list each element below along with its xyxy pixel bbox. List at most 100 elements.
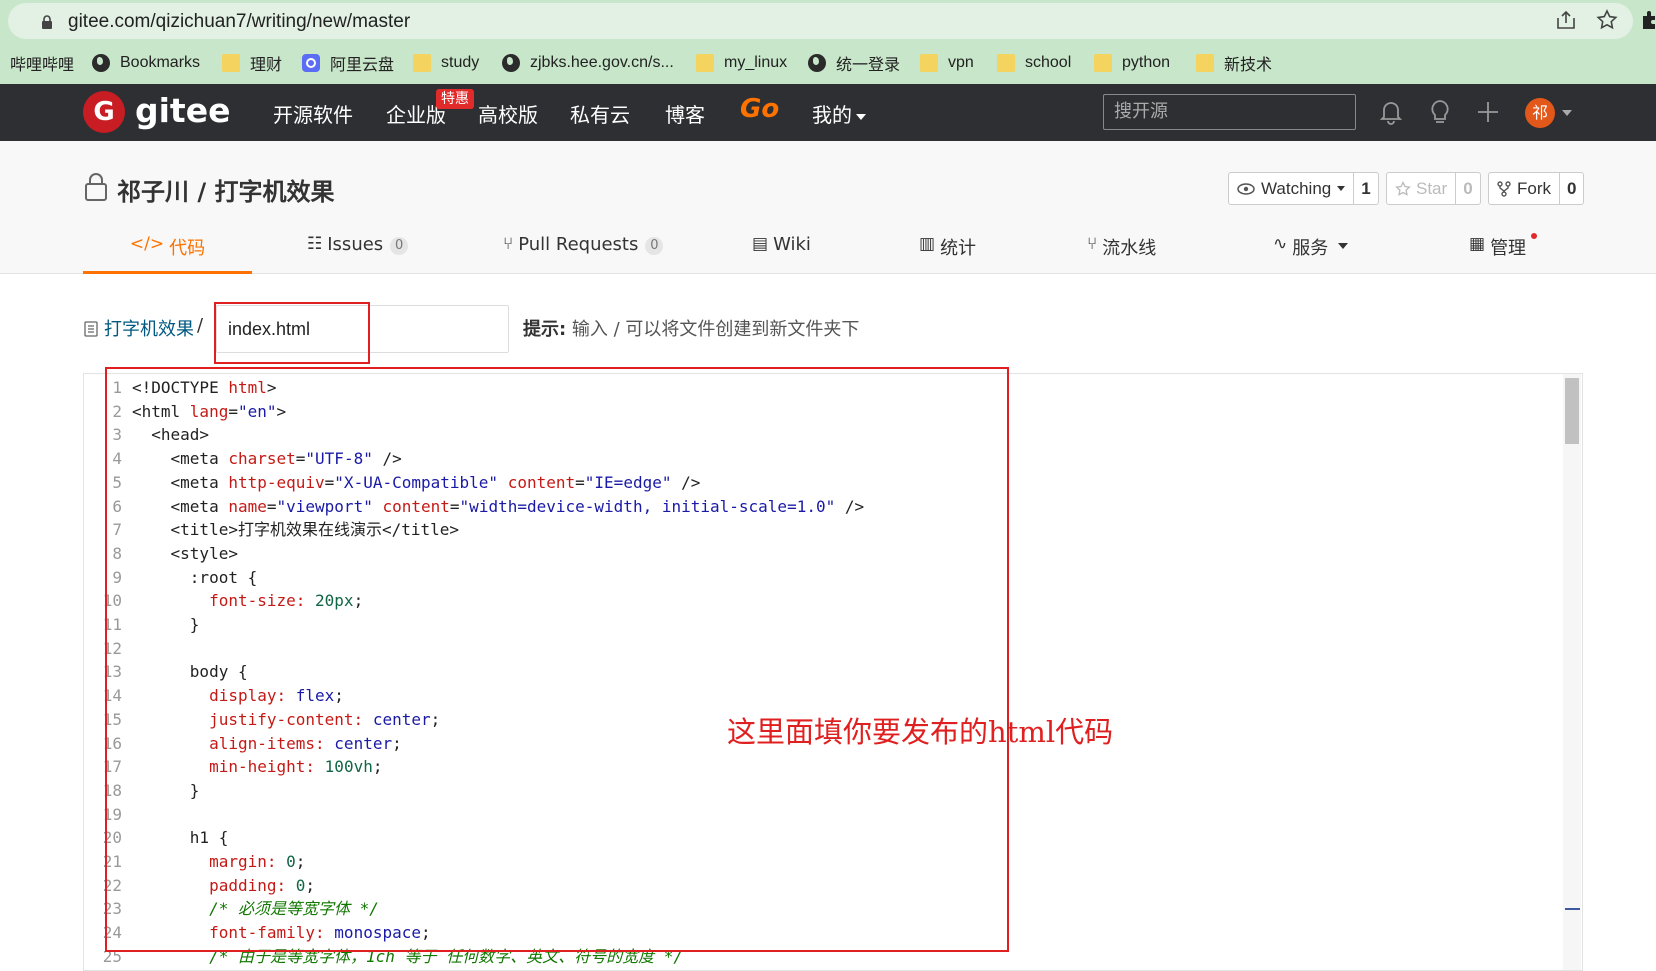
- code-line[interactable]: 20 h1 {: [84, 826, 1544, 850]
- editor-scroll-marker: [1565, 908, 1580, 910]
- code-token: <style>: [132, 543, 238, 563]
- code-line[interactable]: 25 /* 由于是等宽字体，1ch 等于 任何数字、英文、符号的宽度 */: [84, 945, 1544, 969]
- bookmark-python[interactable]: python: [1094, 42, 1170, 84]
- nav-mine[interactable]: 我的: [812, 99, 866, 128]
- code-line[interactable]: 22 padding: 0;: [84, 874, 1544, 898]
- bookmark-label: vpn: [948, 54, 974, 71]
- tab-pull-requests[interactable]: ⑂ Pull Requests 0: [503, 224, 664, 274]
- folder-icon: [1196, 54, 1214, 72]
- bookmark-zjbks[interactable]: zjbks.hee.gov.cn/s...: [502, 42, 674, 84]
- code-editor[interactable]: 1 <!DOCTYPE html> 2 <html lang="en"> 3 <head…: [83, 373, 1583, 971]
- tab-services[interactable]: ∿ 服务: [1273, 224, 1349, 274]
- nav-private-cloud[interactable]: 私有云: [570, 99, 630, 128]
- code-line[interactable]: 21 margin: 0;: [84, 850, 1544, 874]
- search-input[interactable]: 搜开源: [1103, 94, 1356, 130]
- gitee-logo-text[interactable]: gitee: [135, 91, 230, 130]
- globe-icon: [92, 54, 110, 72]
- path-repo-link[interactable]: 打字机效果: [104, 315, 194, 341]
- code-line[interactable]: 4 <meta charset="UTF-8" />: [84, 447, 1544, 471]
- share-icon[interactable]: [1555, 10, 1577, 30]
- watching-button[interactable]: Watching 1: [1228, 172, 1379, 205]
- tab-manage[interactable]: ▦ 管理: [1469, 224, 1526, 274]
- line-number: 11: [102, 615, 122, 634]
- fork-button[interactable]: Fork 0: [1488, 172, 1585, 205]
- code-line[interactable]: 10 font-size: 20px;: [84, 589, 1544, 613]
- star-button[interactable]: Star 0: [1386, 172, 1481, 205]
- code-token: }: [132, 780, 200, 800]
- star-icon: [1395, 180, 1411, 196]
- code-line[interactable]: 3 <head>: [84, 423, 1544, 447]
- bookmark-bookmarks[interactable]: Bookmarks: [92, 42, 200, 84]
- code-line[interactable]: 12: [84, 637, 1544, 661]
- code-line[interactable]: 24 font-family: monospace;: [84, 921, 1544, 945]
- code-line[interactable]: 17 min-height: 100vh;: [84, 755, 1544, 779]
- bookmark-vpn[interactable]: vpn: [920, 42, 974, 84]
- bookmark-new-tech[interactable]: 新技术: [1196, 42, 1272, 84]
- line-number: 17: [102, 757, 122, 777]
- code-token: ;: [305, 875, 316, 895]
- code-line[interactable]: 6 <meta name="viewport" content="width=d…: [84, 495, 1544, 519]
- code-line[interactable]: 23 /* 必须是等宽字体 */: [84, 897, 1544, 921]
- bookmark-aliyun[interactable]: 阿里云盘: [302, 42, 394, 84]
- code-line[interactable]: 11 }: [84, 613, 1544, 637]
- avatar[interactable]: 祁: [1525, 98, 1555, 128]
- fork-count[interactable]: 0: [1560, 179, 1583, 199]
- editor-scrollbar-track[interactable]: [1563, 374, 1581, 970]
- code-token: "UTF-8": [305, 449, 373, 469]
- plus-icon[interactable]: [1474, 98, 1502, 126]
- editor-scrollbar-thumb[interactable]: [1565, 378, 1579, 444]
- line-number: 19: [102, 804, 122, 824]
- nav-go[interactable]: Go: [740, 94, 779, 124]
- code-line[interactable]: 13 body {: [84, 660, 1544, 684]
- bookmark-my-linux[interactable]: my_linux: [696, 42, 787, 84]
- promo-badge: 特惠: [436, 89, 474, 109]
- nav-blog[interactable]: 博客: [665, 99, 705, 128]
- gitee-logo-icon[interactable]: [83, 91, 125, 133]
- bookmark-login[interactable]: 统一登录: [808, 42, 900, 84]
- url-field-container[interactable]: gitee.com/qizichuan7/writing/new/master: [8, 3, 1633, 39]
- code-line[interactable]: 19: [84, 803, 1544, 827]
- code-token: 打字机效果在线演示: [237, 520, 382, 540]
- bell-icon[interactable]: [1377, 98, 1405, 126]
- code-line[interactable]: 5 <meta http-equiv="X-UA-Compatible" con…: [84, 471, 1544, 495]
- nav-university[interactable]: 高校版: [478, 99, 538, 128]
- site-header: gitee 开源软件 企业版 高校版 私有云 博客 Go 我的 搜开源 祁: [0, 84, 1656, 141]
- tab-code[interactable]: </> 代码: [83, 224, 252, 274]
- bookmark-bilibili[interactable]: 哔哩哔哩: [10, 42, 74, 84]
- code-line[interactable]: 14 display: flex;: [84, 684, 1544, 708]
- chevron-down-icon[interactable]: [1562, 110, 1572, 116]
- watching-count[interactable]: 1: [1354, 179, 1377, 199]
- bookmark-licai[interactable]: 理财: [222, 42, 282, 84]
- line-number: 2: [112, 401, 122, 421]
- code-token: font-size:: [209, 591, 306, 611]
- url-text[interactable]: gitee.com/qizichuan7/writing/new/master: [68, 11, 410, 33]
- code-line[interactable]: 18 }: [84, 779, 1544, 803]
- bookmark-school[interactable]: school: [997, 42, 1071, 84]
- line-number: 3: [112, 425, 122, 445]
- tab-wiki[interactable]: ▤ Wiki: [752, 224, 811, 274]
- tab-pipeline[interactable]: ⑂ 流水线: [1087, 224, 1156, 274]
- code-line[interactable]: 7 <title>打字机效果在线演示</title>: [84, 518, 1544, 542]
- bookmark-star-icon[interactable]: [1596, 9, 1618, 31]
- bookmark-study[interactable]: study: [413, 42, 479, 84]
- tab-issues[interactable]: ☷ Issues 0: [307, 224, 409, 274]
- nav-open-source[interactable]: 开源软件: [273, 99, 353, 128]
- code-line[interactable]: 8 <style>: [84, 542, 1544, 566]
- extension-icon[interactable]: [1641, 10, 1656, 30]
- folder-icon: [1094, 54, 1112, 72]
- code-token: align-items:: [209, 733, 325, 753]
- filename-input[interactable]: [216, 305, 509, 353]
- star-count[interactable]: 0: [1456, 179, 1479, 199]
- line-number: 4: [112, 449, 122, 469]
- code-token: <meta: [132, 449, 229, 469]
- code-line[interactable]: 1 <!DOCTYPE html>: [84, 376, 1544, 400]
- repo-title[interactable]: 祁子川 / 打字机效果: [117, 172, 334, 207]
- tab-stats[interactable]: ▥ 统计: [919, 224, 976, 274]
- tab-wiki-label: Wiki: [773, 234, 811, 255]
- code-token: /* 由于是等宽字体，1ch 等于 任何数字、英文、符号的宽度 */: [132, 946, 684, 966]
- lightbulb-icon[interactable]: [1426, 98, 1454, 126]
- code-token: </title>: [381, 520, 460, 540]
- code-line[interactable]: 9 :root {: [84, 566, 1544, 590]
- code-line[interactable]: 2 <html lang="en">: [84, 400, 1544, 424]
